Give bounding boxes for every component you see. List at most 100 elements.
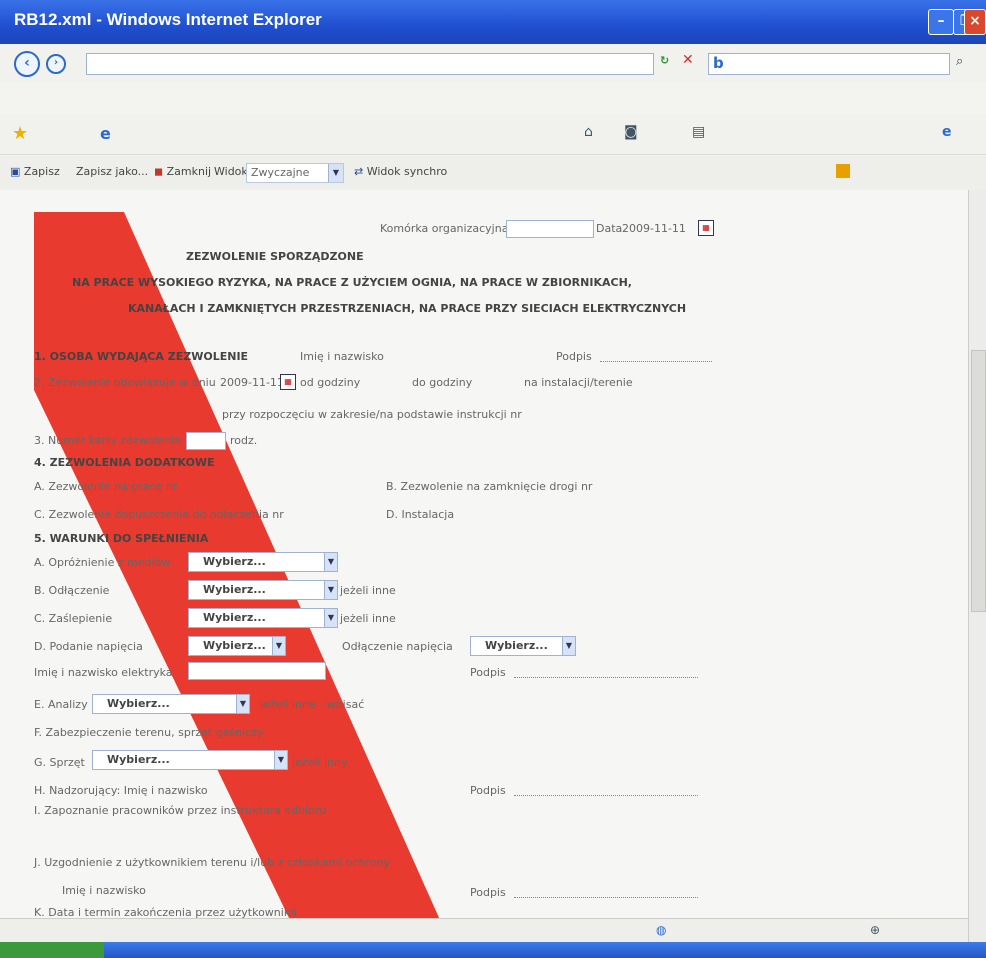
analysis-select[interactable]: Wybierz... ▼ [92, 694, 250, 714]
blank-label: C. Zaślepienie [34, 612, 113, 625]
media-label: A. Opróżnienie z mediów [34, 556, 171, 569]
card-number-label: 3. Numer karty zezwolenia [34, 434, 182, 447]
view-label: Widok [214, 165, 248, 178]
address-bar[interactable] [86, 53, 654, 75]
supervisor-sign-label: Podpis [470, 784, 506, 797]
permit-d-label: D. Instalacja [386, 508, 455, 521]
chevron-down-icon: ▼ [324, 581, 337, 599]
print-icon[interactable]: ▤ [692, 124, 705, 140]
briefing-label: I. Zapoznanie pracowników przez instrukt… [34, 804, 327, 817]
xml-toolbar: ▣ Zapisz Zapisz jako... ◼ Zamknij Widok … [0, 156, 986, 191]
sync-icon: ⇄ [354, 165, 364, 178]
vertical-scrollbar[interactable] [968, 190, 986, 942]
ie-tab-icon[interactable]: e [100, 124, 111, 143]
chevron-down-icon: ▼ [562, 637, 575, 655]
date-value: 2009-11-11 [622, 222, 686, 235]
taskbar [0, 942, 986, 958]
minimize-button[interactable]: – [928, 9, 954, 35]
agreement-sign-line[interactable] [514, 896, 698, 898]
disconnect-label: B. Odłączenie [34, 584, 110, 597]
refresh-icon[interactable]: ↻ [660, 54, 669, 67]
view-select-value: Zwyczajne [251, 166, 310, 179]
sync-view-button[interactable]: ⇄ Widok synchro [354, 165, 447, 178]
voltage-off-select[interactable]: Wybierz... ▼ [470, 636, 576, 656]
chevron-down-icon: ▼ [236, 695, 249, 713]
search-input[interactable]: b [708, 53, 950, 75]
help-icon[interactable]: e [942, 124, 952, 140]
form-content: Komórka organizacyjna Data 2009-11-11 ▦ … [0, 190, 968, 942]
brand-logo-icon [836, 164, 850, 178]
card-number-suffix: rodz. [230, 434, 258, 447]
navigation-bar: ‹ › ↻ ✕ b ⌕ [0, 44, 986, 83]
title-bar: RB12.xml - Windows Internet Explorer – ❐… [0, 0, 986, 44]
chevron-down-icon: ▼ [324, 553, 337, 571]
save-as-button[interactable]: Zapisz jako... [76, 165, 148, 178]
favorites-star-icon[interactable]: ★ [12, 123, 28, 144]
electrician-label: Imię i nazwisko elektryka [34, 666, 173, 679]
supervisor-sign-line[interactable] [514, 794, 698, 796]
org-input[interactable] [506, 220, 594, 238]
permit-a-label: A. Zezwolenie na pracę nr [34, 480, 178, 493]
card-number-input[interactable] [186, 432, 226, 450]
agreement-label: J. Uzgodnienie z użytkownikiem terenu i/… [34, 856, 391, 869]
permit-b-label: B. Zezwolenie na zamknięcie drogi nr [386, 480, 593, 493]
section-4-title: 4. ZEZWOLENIA DODATKOWE [34, 456, 215, 469]
stop-icon[interactable]: ✕ [682, 52, 694, 68]
scrollbar-thumb[interactable] [971, 350, 986, 612]
voltage-on-select[interactable]: Wybierz... ▼ [188, 636, 286, 656]
supervisor-label: H. Nadzorujący: Imię i nazwisko [34, 784, 208, 797]
back-icon[interactable]: ‹ [14, 51, 40, 77]
equipment-select[interactable]: Wybierz... ▼ [92, 750, 288, 770]
section-5-title: 5. WARUNKI DO SPEŁNIENIA [34, 532, 209, 545]
view-select[interactable]: Zwyczajne ▼ [246, 163, 344, 183]
to-hour-label: do godziny [412, 376, 473, 389]
chevron-down-icon: ▼ [272, 637, 285, 655]
search-icon[interactable]: ⌕ [956, 54, 963, 69]
status-bar: ◍ ⊕ [0, 918, 968, 943]
media-select[interactable]: Wybierz... ▼ [188, 552, 338, 572]
window-title: RB12.xml - Windows Internet Explorer [14, 10, 322, 29]
chevron-down-icon: ▼ [328, 164, 343, 182]
internet-zone-icon: ◍ [656, 923, 667, 937]
voltage-off-label: Odłączenie napięcia [342, 640, 453, 653]
valid-day-label: 2. Zezwolenie obowiązuje w dniu [34, 376, 216, 389]
analysis-other-label: jeżeli inne - wpisać [260, 698, 365, 711]
instruction-note: przy rozpoczęciu w zakresie/na podstawie… [222, 408, 522, 421]
calendar-icon[interactable]: ▦ [698, 220, 714, 236]
place-label: na instalacji/terenie [524, 376, 633, 389]
issuer-label: 1. OSOBA WYDAJĄCA ZEZWOLENIE [34, 350, 249, 363]
zoom-icon[interactable]: ⊕ [870, 923, 880, 937]
chevron-down-icon: ▼ [324, 609, 337, 627]
disconnect-if-label: jeżeli inne [340, 584, 396, 597]
forward-icon[interactable]: › [46, 54, 66, 74]
menu-bar [0, 82, 986, 114]
electrician-sign-label: Podpis [470, 666, 506, 679]
org-label: Komórka organizacyjna [380, 222, 509, 235]
issuer-sign-line[interactable] [600, 360, 712, 362]
start-button[interactable] [0, 942, 104, 958]
search-provider-icon: b [713, 54, 724, 72]
save-icon: ▣ [10, 165, 21, 178]
issuer-sign-label: Podpis [556, 350, 592, 363]
heading-line-3: KANAŁACH I ZAMKNIĘTYCH PRZESTRZENIACH, N… [128, 302, 687, 315]
agreement-sign-label: Podpis [470, 886, 506, 899]
blank-select[interactable]: Wybierz... ▼ [188, 608, 338, 628]
valid-day-value: 2009-11-11 [220, 376, 284, 389]
voltage-on-label: D. Podanie napięcia [34, 640, 143, 653]
favorites-bar: ★ e ⌂ ◙ ▤ e [0, 114, 986, 155]
from-hour-label: od godziny [300, 376, 361, 389]
equipment-label: G. Sprzęt [34, 756, 85, 769]
equipment-other-label: jeżeli inny [292, 756, 348, 769]
disconnect-select[interactable]: Wybierz... ▼ [188, 580, 338, 600]
home-icon[interactable]: ⌂ [584, 124, 593, 140]
close-form-button[interactable]: ◼ Zamknij [154, 165, 211, 178]
close-window-button[interactable]: × [964, 9, 986, 35]
feeds-icon[interactable]: ◙ [624, 124, 638, 140]
site-protection-label: F. Zabezpieczenie terenu, sprzęt gaśnicz… [34, 726, 264, 739]
calendar-icon-2[interactable]: ▦ [280, 374, 296, 390]
electrician-sign-line[interactable] [514, 676, 698, 678]
date-label: Data [596, 222, 623, 235]
electrician-input[interactable] [188, 662, 326, 680]
analysis-label: E. Analizy [34, 698, 88, 711]
save-button[interactable]: ▣ Zapisz [10, 165, 60, 178]
